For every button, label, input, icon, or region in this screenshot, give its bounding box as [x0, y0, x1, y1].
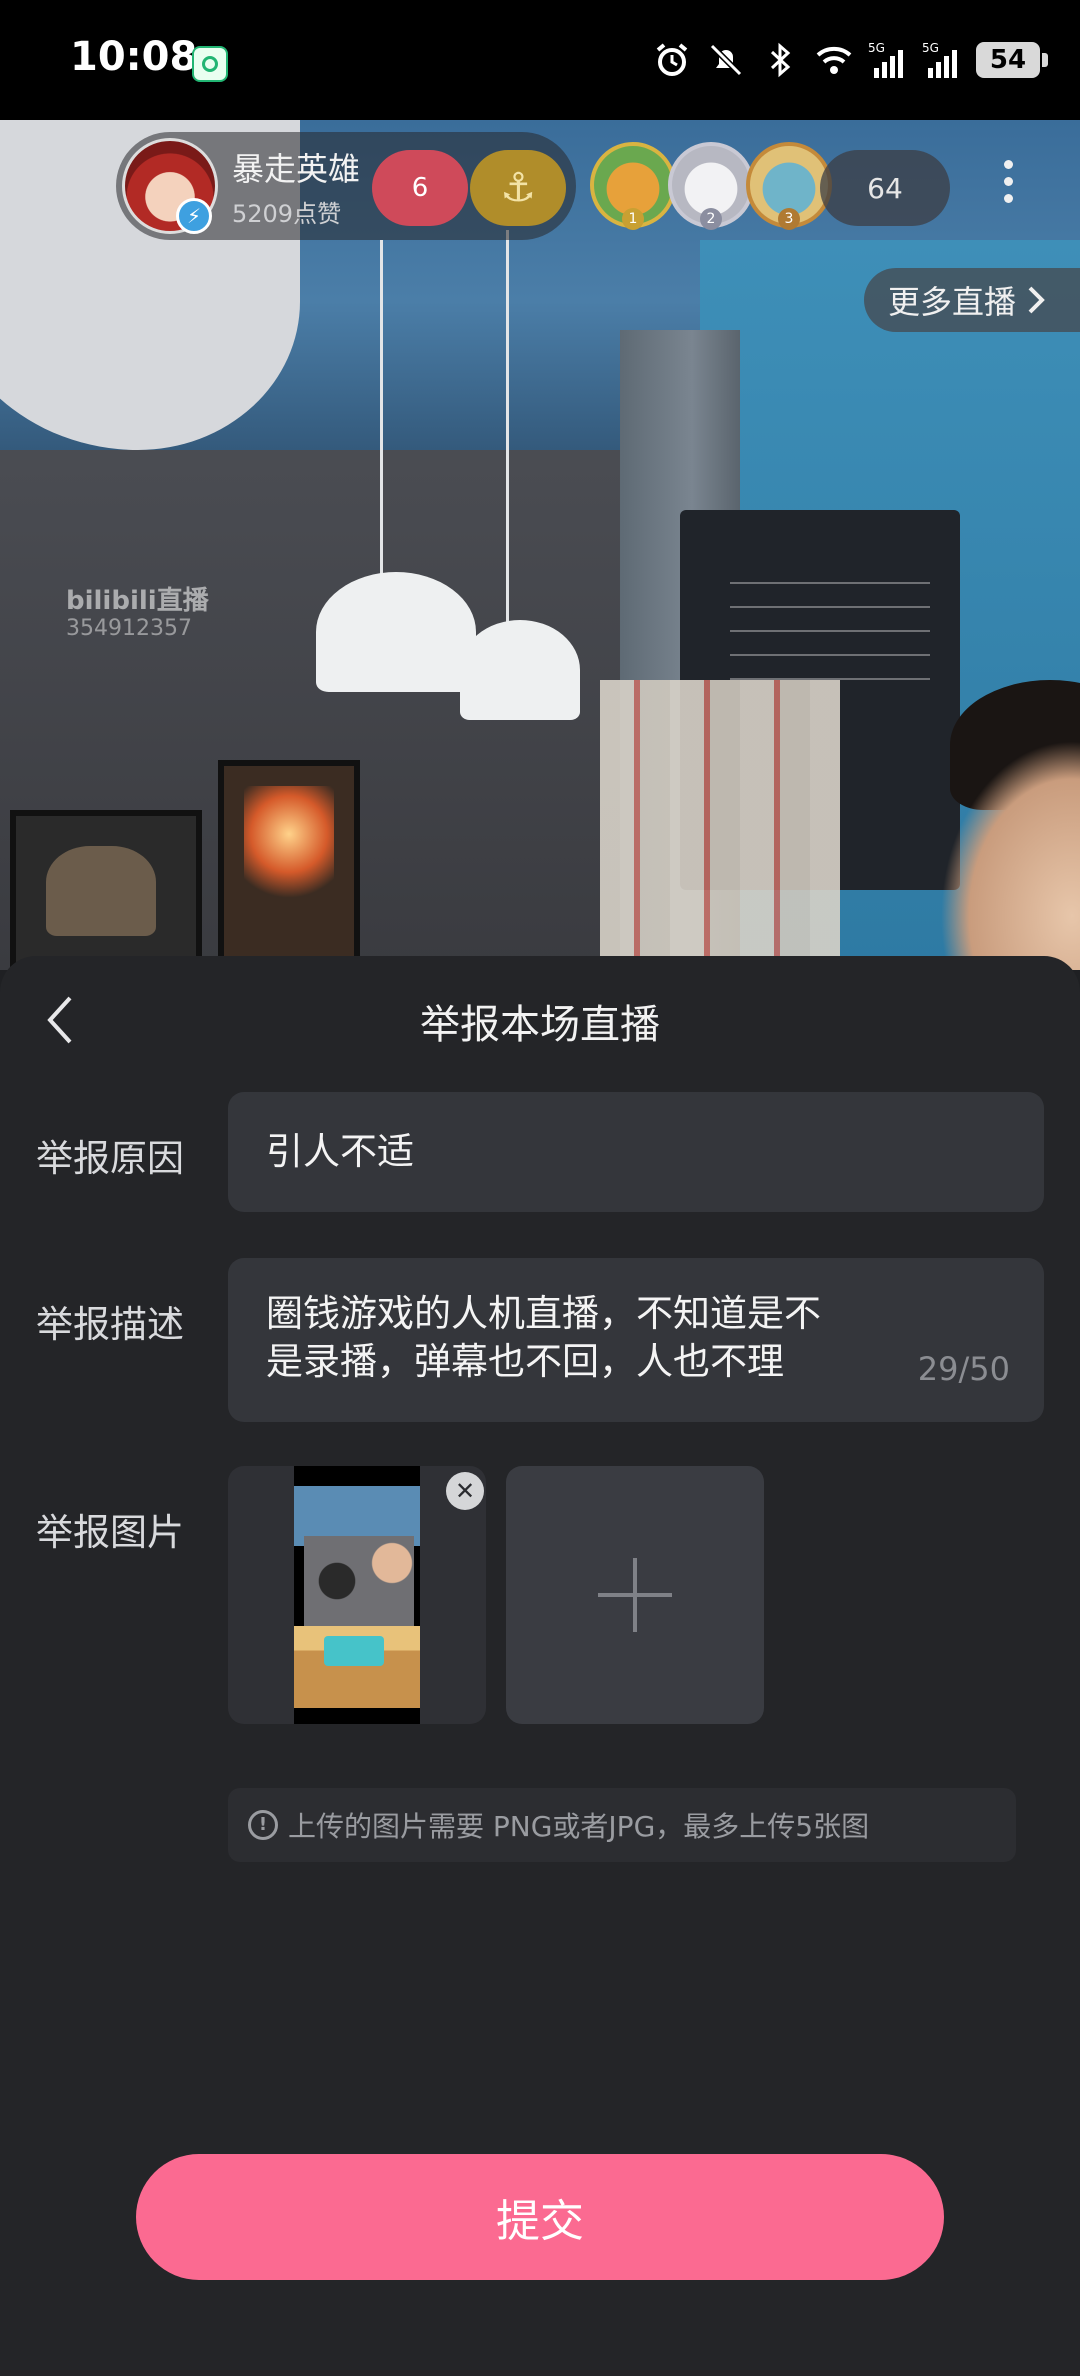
description-line-2: 是录播，弹幕也不回，人也不理: [266, 1340, 784, 1383]
reason-select[interactable]: 引人不适: [228, 1092, 1044, 1212]
watermark-logo: bilibili直播: [66, 586, 209, 616]
reason-label: 举报原因: [36, 1137, 184, 1180]
bluetooth-icon: [770, 42, 791, 78]
chevron-right-icon: [1028, 286, 1045, 314]
info-icon: !: [248, 1810, 278, 1840]
fan-rank-3: 3: [778, 208, 800, 230]
heart-count: 6: [411, 173, 429, 203]
description-textarea[interactable]: 圈钱游戏的人机直播，不知道是不 是录播，弹幕也不回，人也不理 29/50: [228, 1258, 1044, 1422]
battery-indicator: 54: [976, 42, 1048, 78]
fan-rank-2: 2: [700, 208, 722, 230]
submit-button[interactable]: 提交: [136, 2154, 944, 2280]
more-vertical-icon[interactable]: [996, 156, 1020, 216]
mute-bell-icon: [709, 43, 743, 77]
more-live-label: 更多直播: [888, 283, 1017, 321]
upload-tip: ! 上传的图片需要 PNG或者JPG，最多上传5张图: [228, 1788, 1016, 1862]
status-bar: 10:08 5G 5G 54: [0, 0, 1080, 120]
status-icons: 5G 5G 54: [652, 40, 1048, 80]
svg-text:5G: 5G: [868, 41, 885, 55]
upload-tip-text: 上传的图片需要 PNG或者JPG，最多上传5张图: [288, 1810, 870, 1843]
wifi-icon: [816, 46, 852, 74]
status-time: 10:08: [70, 34, 198, 80]
svg-text:5G: 5G: [922, 41, 939, 55]
fan-rank-1: 1: [622, 208, 644, 230]
close-icon[interactable]: ✕: [446, 1472, 484, 1510]
character-counter: 29/50: [917, 1350, 1010, 1388]
host-likes: 5209点赞: [232, 200, 342, 228]
signal-5g-icon-1: 5G: [868, 41, 903, 78]
viewer-count[interactable]: 64: [820, 150, 950, 226]
alarm-icon: [656, 43, 688, 76]
sheet-title: 举报本场直播: [420, 1002, 660, 1048]
more-live-button[interactable]: 更多直播: [864, 268, 1080, 332]
description-line-1: 圈钱游戏的人机直播，不知道是不: [266, 1292, 821, 1335]
reason-value: 引人不适: [266, 1130, 414, 1173]
host-name[interactable]: 暴走英雄: [232, 144, 360, 190]
watermark-room-id: 354912357: [66, 616, 192, 641]
app-notification-icon: [192, 46, 228, 82]
anchor-icon[interactable]: ⚓: [470, 150, 566, 226]
signal-5g-icon-2: 5G: [922, 41, 957, 78]
heart-button[interactable]: 6: [372, 150, 468, 226]
live-stream-video[interactable]: bilibili直播 354912357: [0, 120, 1080, 970]
plus-icon-vertical: [633, 1558, 637, 1632]
description-label: 举报描述: [36, 1303, 184, 1346]
uploaded-image-thumbnail[interactable]: [294, 1466, 420, 1724]
submit-label: 提交: [496, 2196, 584, 2247]
image-label: 举报图片: [36, 1511, 184, 1554]
lightning-badge-icon: ⚡: [176, 198, 212, 234]
